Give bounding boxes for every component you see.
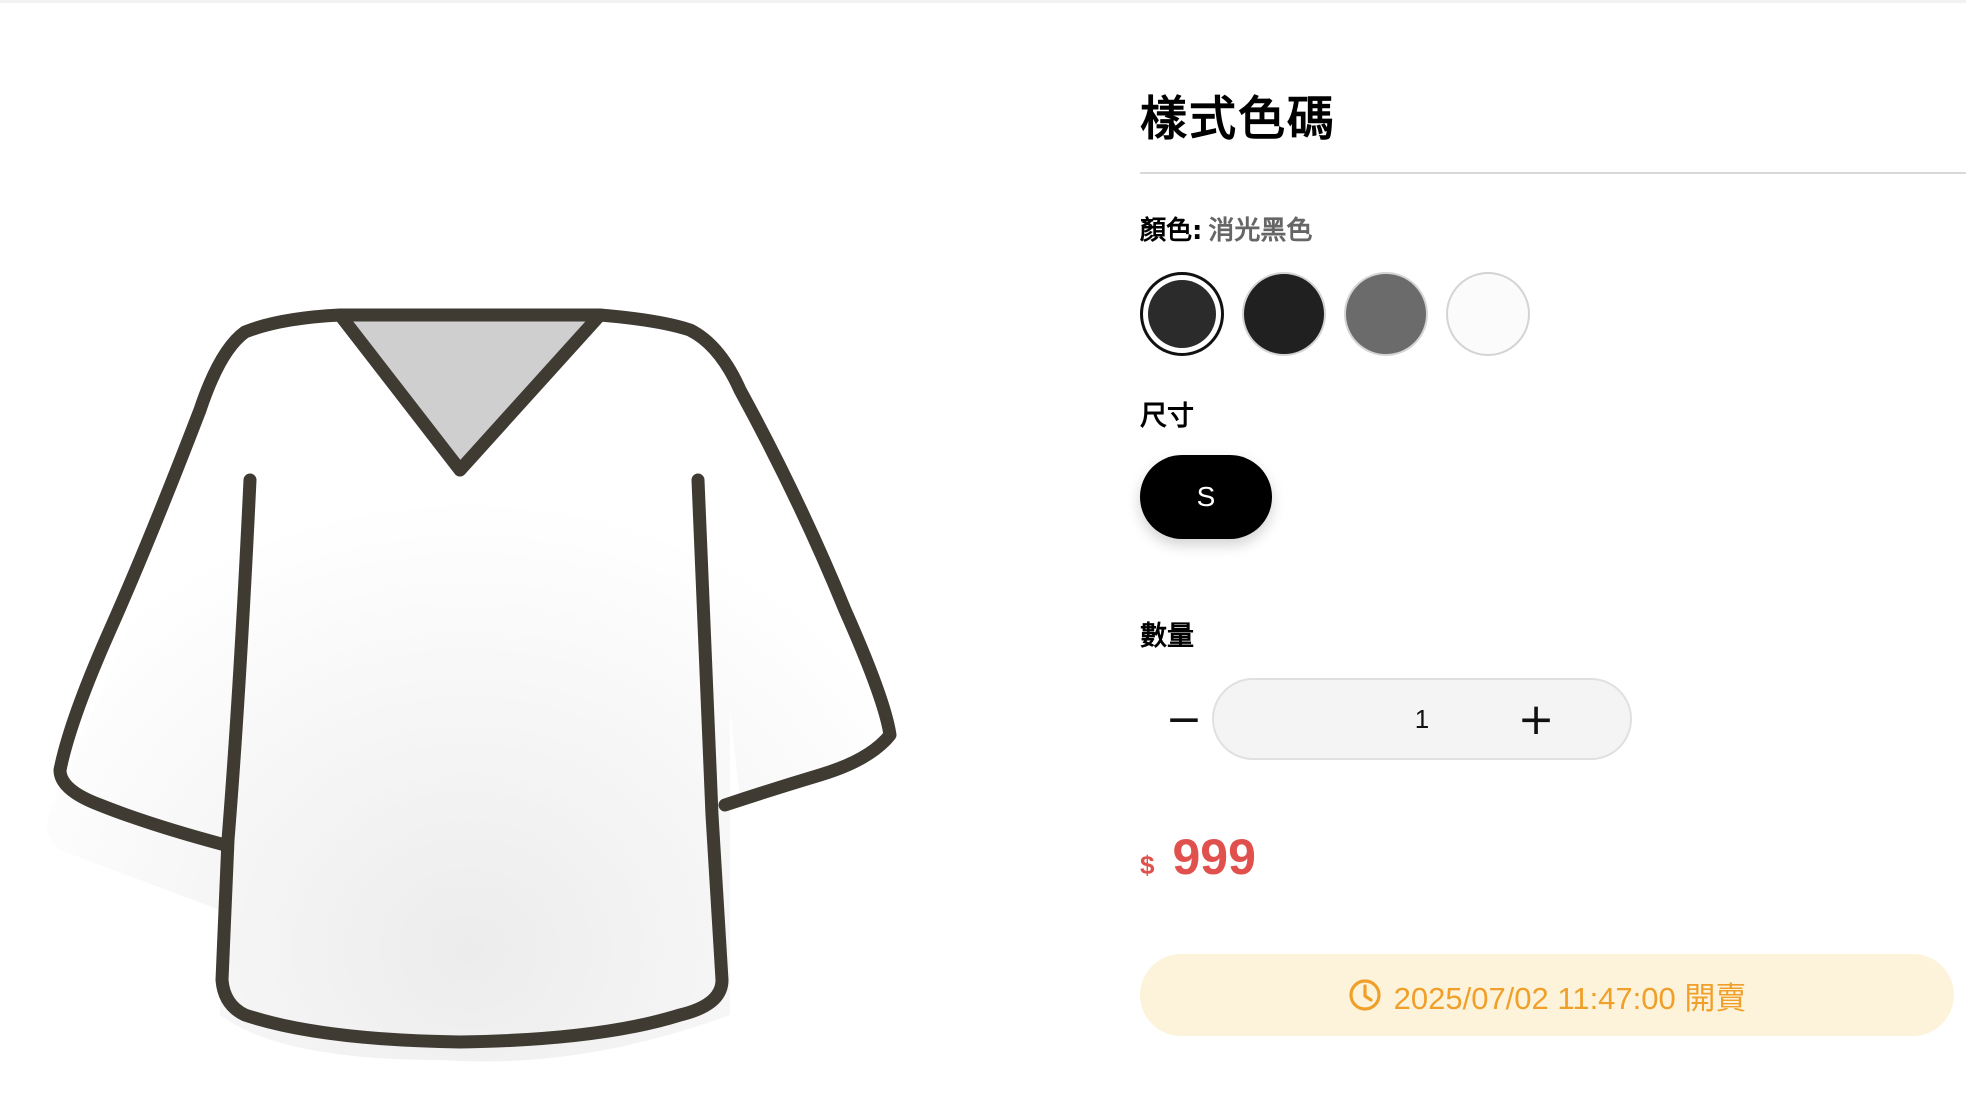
color-swatch-white[interactable] xyxy=(1446,272,1530,356)
sale-start-banner[interactable]: 2025/07/02 11:47:00 開賣 xyxy=(1140,954,1954,1036)
product-title: 樣式色碼 xyxy=(1140,92,1336,147)
color-label-row: 顏色: 消光黑色 xyxy=(1140,210,1312,247)
color-swatch-gray[interactable] xyxy=(1344,272,1428,356)
clock-icon xyxy=(1349,979,1381,1011)
quantity-decrease-button[interactable]: − xyxy=(1154,690,1214,750)
price-amount: 999 xyxy=(1172,829,1256,885)
color-swatch-fill xyxy=(1148,280,1216,348)
color-label: 顏色 xyxy=(1140,216,1193,246)
title-divider xyxy=(1140,172,1966,174)
color-swatches xyxy=(1140,272,1530,356)
selected-color-value: 消光黑色 xyxy=(1208,216,1313,246)
product-image xyxy=(46,308,897,1062)
color-swatch-matte-black[interactable] xyxy=(1140,272,1224,356)
product-options-panel: 樣式色碼 顏色:消光黑色 尺寸 S 數量 − + $999 2025/07/02… xyxy=(1140,0,1966,1104)
size-option-s[interactable]: S xyxy=(1140,455,1272,539)
price-currency: $ xyxy=(1140,850,1155,880)
quantity-label: 數量 xyxy=(1140,621,1194,652)
price: $999 xyxy=(1140,828,1256,886)
quantity-increase-button[interactable]: + xyxy=(1506,690,1566,750)
size-label: 尺寸 xyxy=(1140,401,1194,432)
sale-start-text: 2025/07/02 11:47:00 開賣 xyxy=(1393,980,1747,1016)
color-swatch-black[interactable] xyxy=(1242,272,1326,356)
color-label-separator: : xyxy=(1192,216,1203,246)
quantity-input[interactable] xyxy=(1212,678,1632,760)
